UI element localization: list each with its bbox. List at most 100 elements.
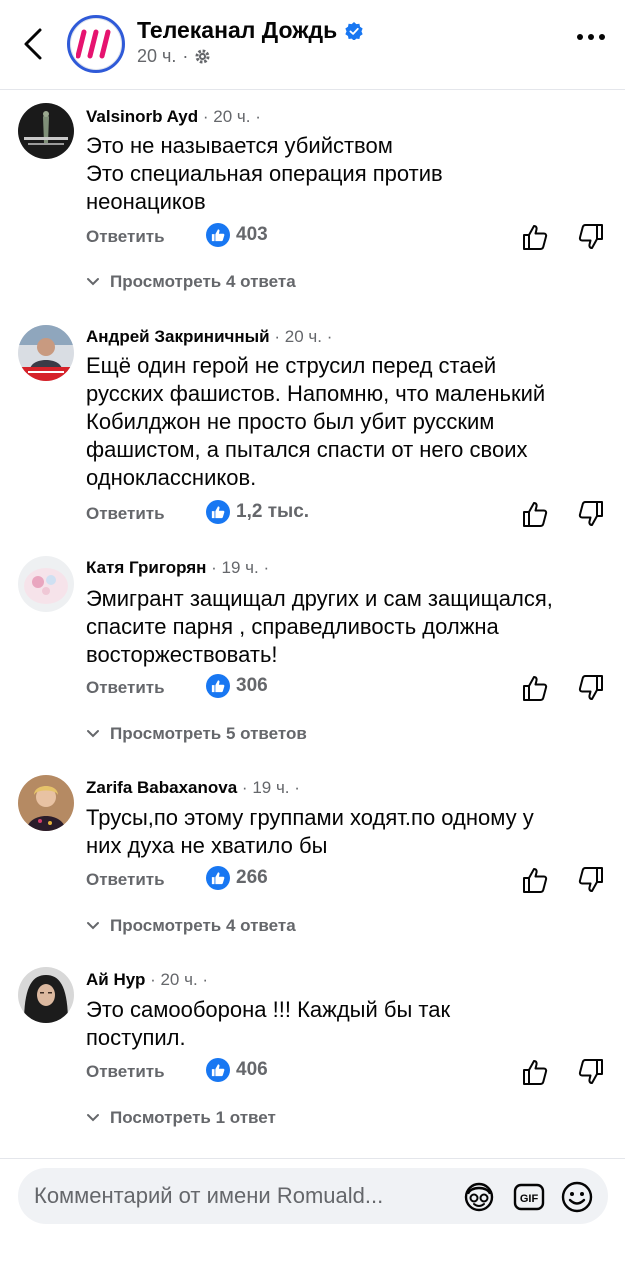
view-replies-button[interactable]: Просмотреть 5 ответов (86, 724, 307, 744)
comment-header: Ай Нур · 20 ч. · (86, 970, 208, 990)
thumbs-up-icon[interactable] (522, 500, 548, 528)
comment-author[interactable]: Valsinorb Ayd (86, 107, 198, 126)
chevron-down-icon (87, 1114, 99, 1122)
verified-badge-icon (345, 21, 363, 40)
comment-composer[interactable]: GIF (18, 1168, 608, 1224)
comment-line: Кобилджон не просто был убит русским (86, 409, 495, 434)
comment-line: Эмигрант защищал других и сам защищался, (86, 586, 553, 611)
comment-author[interactable]: Андрей Закриничный (86, 327, 270, 346)
comment-separator: · (294, 778, 300, 797)
comment-line: Это не называется убийством (86, 133, 393, 158)
comment-separator: · (326, 327, 333, 346)
thumbs-down-icon[interactable] (578, 1058, 604, 1086)
comment-text: Это самооборона !!! Каждый бы так поступ… (86, 996, 611, 1052)
comment-line: одноклассников. (86, 465, 257, 490)
thumbs-up-icon[interactable] (522, 866, 548, 894)
comment-time[interactable]: 19 ч. (222, 558, 259, 577)
avatar[interactable] (18, 103, 74, 159)
view-replies-button[interactable]: Просмотреть 4 ответа (86, 272, 296, 292)
reply-button[interactable]: Ответить (86, 504, 165, 524)
post-meta: 20 ч. · (137, 46, 211, 67)
like-badge-icon (206, 223, 230, 247)
comment-actions: Ответить 1,2 тыс. (86, 500, 606, 530)
view-replies-label[interactable]: Посмотреть 1 ответ (110, 1108, 276, 1128)
comment-time[interactable]: 20 ч. (213, 107, 250, 126)
reply-button[interactable]: Ответить (86, 227, 165, 247)
like-count[interactable]: 1,2 тыс. (206, 500, 309, 524)
thumbs-down-icon[interactable] (578, 500, 604, 528)
like-count-value: 406 (236, 1059, 268, 1080)
like-count[interactable]: 266 (206, 866, 268, 890)
comment-time[interactable]: 20 ч. (285, 327, 322, 346)
comment-author[interactable]: Zarifa Babaxanova (86, 778, 237, 797)
comment-separator: · (263, 558, 270, 577)
avatar[interactable] (18, 325, 74, 381)
like-count[interactable]: 306 (206, 674, 268, 698)
comment-line: фашистом, а пытался спасти от него своих (86, 437, 528, 462)
comment-text: Эмигрант защищал других и сам защищался,… (86, 585, 611, 669)
comment-composer-bar: GIF (0, 1158, 625, 1280)
comment-text: Ещё один герой не струсил перед стаей ру… (86, 352, 611, 492)
comment-actions: Ответить 306 (86, 674, 606, 704)
comment-header: Zarifa Babaxanova · 19 ч. · (86, 778, 300, 798)
reply-button[interactable]: Ответить (86, 678, 165, 698)
avatar[interactable] (18, 775, 74, 831)
view-replies-label[interactable]: Просмотреть 5 ответов (110, 724, 307, 744)
thumbs-down-icon[interactable] (578, 866, 604, 894)
comment-time[interactable]: 20 ч. (160, 970, 197, 989)
comment-header: Valsinorb Ayd · 20 ч. · (86, 107, 261, 127)
emoji-icon[interactable] (560, 1180, 594, 1214)
comment-text: Это не называется убийством Это специаль… (86, 132, 611, 216)
comment-author[interactable]: Ай Нур (86, 970, 145, 989)
tv-rain-logo-icon (76, 29, 111, 59)
comment-line: Трусы,по этому группами ходят.по одному … (86, 805, 534, 830)
view-replies-button[interactable]: Просмотреть 4 ответа (86, 916, 296, 936)
comment-actions: Ответить 403 (86, 223, 606, 253)
comment-line: Это специальная операция против (86, 161, 443, 186)
like-badge-icon (206, 674, 230, 698)
comment-time[interactable]: 19 ч. (252, 778, 289, 797)
view-replies-button[interactable]: Посмотреть 1 ответ (86, 1108, 276, 1128)
thumbs-up-icon[interactable] (522, 223, 548, 251)
thumbs-down-icon[interactable] (578, 674, 604, 702)
view-replies-label[interactable]: Просмотреть 4 ответа (110, 916, 296, 936)
comment-author[interactable]: Катя Григорян (86, 558, 206, 577)
like-count-value: 1,2 тыс. (236, 501, 310, 522)
comment-line: русских фашистов. Напомню, что маленький (86, 381, 546, 406)
post-time: 20 ч. (137, 46, 177, 66)
gif-icon[interactable]: GIF (512, 1180, 546, 1214)
channel-name-text[interactable]: Телеканал Дождь (137, 17, 337, 44)
thumbs-down-icon[interactable] (578, 223, 604, 251)
post-header: Телеканал Дождь 20 ч. · (0, 0, 625, 90)
gear-icon (195, 49, 210, 64)
back-arrow-icon[interactable] (18, 24, 50, 64)
comment-line: поступил. (86, 1025, 186, 1050)
comment-input[interactable] (34, 1168, 454, 1224)
comment-line: них духа не хватило бы (86, 833, 328, 858)
reply-button[interactable]: Ответить (86, 870, 165, 890)
comment-separator: · (255, 107, 261, 126)
comment-separator: · (241, 778, 253, 797)
avatar[interactable] (18, 967, 74, 1023)
channel-logo[interactable] (67, 15, 125, 73)
comment-separator: · (211, 558, 222, 577)
comment-actions: Ответить 406 (86, 1058, 606, 1088)
avatar-sticker-icon[interactable] (462, 1180, 496, 1214)
view-replies-label[interactable]: Просмотреть 4 ответа (110, 272, 296, 292)
thumbs-up-icon[interactable] (522, 674, 548, 702)
channel-name[interactable]: Телеканал Дождь (137, 17, 363, 44)
avatar[interactable] (18, 556, 74, 612)
like-count-value: 266 (236, 867, 268, 888)
more-options-icon[interactable] (577, 34, 605, 40)
comment-line: восторжествовать! (86, 642, 278, 667)
comment-separator: · (202, 970, 209, 989)
like-badge-icon (206, 1058, 230, 1082)
comment-line: Это самооборона !!! Каждый бы так (86, 997, 451, 1022)
comment-separator: · (150, 970, 161, 989)
like-count[interactable]: 403 (206, 223, 268, 247)
thumbs-up-icon[interactable] (522, 1058, 548, 1086)
meta-separator: · (182, 46, 189, 66)
like-count[interactable]: 406 (206, 1058, 268, 1082)
comment-header: Катя Григорян · 19 ч. · (86, 558, 269, 578)
reply-button[interactable]: Ответить (86, 1062, 165, 1082)
